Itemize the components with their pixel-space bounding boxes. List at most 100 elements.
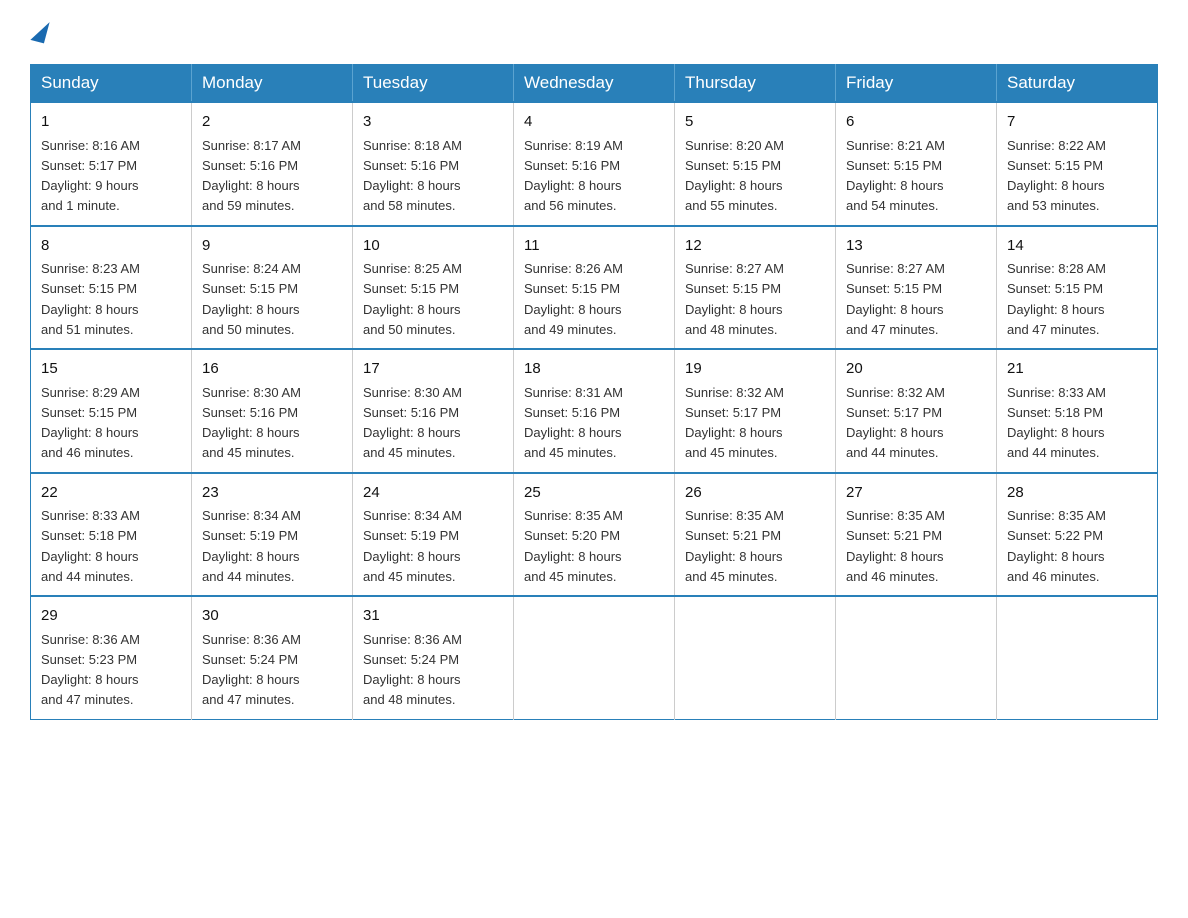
calendar-week-row: 29 Sunrise: 8:36 AMSunset: 5:23 PMDaylig… [31,596,1158,719]
calendar-day-cell: 8 Sunrise: 8:23 AMSunset: 5:15 PMDayligh… [31,226,192,350]
page-header [30,20,1158,44]
calendar-day-cell: 13 Sunrise: 8:27 AMSunset: 5:15 PMDaylig… [836,226,997,350]
day-number: 16 [202,358,342,381]
calendar-day-cell: 3 Sunrise: 8:18 AMSunset: 5:16 PMDayligh… [353,102,514,226]
day-info: Sunrise: 8:34 AMSunset: 5:19 PMDaylight:… [202,508,301,584]
calendar-day-cell: 18 Sunrise: 8:31 AMSunset: 5:16 PMDaylig… [514,349,675,473]
day-info: Sunrise: 8:20 AMSunset: 5:15 PMDaylight:… [685,138,784,214]
day-number: 13 [846,235,986,258]
day-info: Sunrise: 8:33 AMSunset: 5:18 PMDaylight:… [1007,385,1106,461]
day-info: Sunrise: 8:32 AMSunset: 5:17 PMDaylight:… [685,385,784,461]
day-info: Sunrise: 8:35 AMSunset: 5:21 PMDaylight:… [846,508,945,584]
day-info: Sunrise: 8:32 AMSunset: 5:17 PMDaylight:… [846,385,945,461]
calendar-day-cell [997,596,1158,719]
day-number: 9 [202,235,342,258]
calendar-day-cell: 7 Sunrise: 8:22 AMSunset: 5:15 PMDayligh… [997,102,1158,226]
calendar-day-cell: 10 Sunrise: 8:25 AMSunset: 5:15 PMDaylig… [353,226,514,350]
calendar-day-cell: 12 Sunrise: 8:27 AMSunset: 5:15 PMDaylig… [675,226,836,350]
day-number: 29 [41,605,181,628]
calendar-day-cell [675,596,836,719]
calendar-day-cell: 21 Sunrise: 8:33 AMSunset: 5:18 PMDaylig… [997,349,1158,473]
calendar-day-cell: 27 Sunrise: 8:35 AMSunset: 5:21 PMDaylig… [836,473,997,597]
calendar-day-cell: 1 Sunrise: 8:16 AMSunset: 5:17 PMDayligh… [31,102,192,226]
day-number: 8 [41,235,181,258]
calendar-day-cell: 11 Sunrise: 8:26 AMSunset: 5:15 PMDaylig… [514,226,675,350]
calendar-table: SundayMondayTuesdayWednesdayThursdayFrid… [30,64,1158,720]
day-number: 7 [1007,111,1147,134]
calendar-day-cell: 9 Sunrise: 8:24 AMSunset: 5:15 PMDayligh… [192,226,353,350]
day-number: 1 [41,111,181,134]
calendar-day-cell: 28 Sunrise: 8:35 AMSunset: 5:22 PMDaylig… [997,473,1158,597]
day-info: Sunrise: 8:35 AMSunset: 5:21 PMDaylight:… [685,508,784,584]
logo [30,20,47,44]
day-number: 11 [524,235,664,258]
day-info: Sunrise: 8:36 AMSunset: 5:23 PMDaylight:… [41,632,140,708]
calendar-day-cell: 17 Sunrise: 8:30 AMSunset: 5:16 PMDaylig… [353,349,514,473]
logo-blue-text [30,20,47,44]
day-number: 30 [202,605,342,628]
calendar-header-row: SundayMondayTuesdayWednesdayThursdayFrid… [31,65,1158,103]
day-number: 3 [363,111,503,134]
day-info: Sunrise: 8:16 AMSunset: 5:17 PMDaylight:… [41,138,140,214]
day-info: Sunrise: 8:18 AMSunset: 5:16 PMDaylight:… [363,138,462,214]
day-number: 15 [41,358,181,381]
calendar-day-header: Wednesday [514,65,675,103]
calendar-day-cell: 25 Sunrise: 8:35 AMSunset: 5:20 PMDaylig… [514,473,675,597]
calendar-day-cell [514,596,675,719]
day-number: 22 [41,482,181,505]
day-number: 26 [685,482,825,505]
day-info: Sunrise: 8:33 AMSunset: 5:18 PMDaylight:… [41,508,140,584]
calendar-day-cell: 19 Sunrise: 8:32 AMSunset: 5:17 PMDaylig… [675,349,836,473]
calendar-day-cell: 24 Sunrise: 8:34 AMSunset: 5:19 PMDaylig… [353,473,514,597]
day-info: Sunrise: 8:27 AMSunset: 5:15 PMDaylight:… [685,261,784,337]
calendar-day-cell: 6 Sunrise: 8:21 AMSunset: 5:15 PMDayligh… [836,102,997,226]
calendar-week-row: 8 Sunrise: 8:23 AMSunset: 5:15 PMDayligh… [31,226,1158,350]
calendar-day-cell: 26 Sunrise: 8:35 AMSunset: 5:21 PMDaylig… [675,473,836,597]
day-info: Sunrise: 8:27 AMSunset: 5:15 PMDaylight:… [846,261,945,337]
day-number: 20 [846,358,986,381]
day-info: Sunrise: 8:36 AMSunset: 5:24 PMDaylight:… [202,632,301,708]
day-number: 12 [685,235,825,258]
calendar-day-header: Tuesday [353,65,514,103]
calendar-week-row: 22 Sunrise: 8:33 AMSunset: 5:18 PMDaylig… [31,473,1158,597]
day-info: Sunrise: 8:35 AMSunset: 5:22 PMDaylight:… [1007,508,1106,584]
day-number: 18 [524,358,664,381]
day-info: Sunrise: 8:17 AMSunset: 5:16 PMDaylight:… [202,138,301,214]
calendar-day-cell: 31 Sunrise: 8:36 AMSunset: 5:24 PMDaylig… [353,596,514,719]
day-info: Sunrise: 8:29 AMSunset: 5:15 PMDaylight:… [41,385,140,461]
day-info: Sunrise: 8:30 AMSunset: 5:16 PMDaylight:… [202,385,301,461]
calendar-day-cell: 4 Sunrise: 8:19 AMSunset: 5:16 PMDayligh… [514,102,675,226]
day-info: Sunrise: 8:24 AMSunset: 5:15 PMDaylight:… [202,261,301,337]
calendar-day-cell: 23 Sunrise: 8:34 AMSunset: 5:19 PMDaylig… [192,473,353,597]
day-info: Sunrise: 8:23 AMSunset: 5:15 PMDaylight:… [41,261,140,337]
logo-triangle-icon [30,19,49,44]
day-info: Sunrise: 8:36 AMSunset: 5:24 PMDaylight:… [363,632,462,708]
day-number: 24 [363,482,503,505]
day-number: 19 [685,358,825,381]
day-info: Sunrise: 8:21 AMSunset: 5:15 PMDaylight:… [846,138,945,214]
calendar-day-cell: 15 Sunrise: 8:29 AMSunset: 5:15 PMDaylig… [31,349,192,473]
calendar-day-cell: 5 Sunrise: 8:20 AMSunset: 5:15 PMDayligh… [675,102,836,226]
day-number: 23 [202,482,342,505]
day-info: Sunrise: 8:30 AMSunset: 5:16 PMDaylight:… [363,385,462,461]
day-number: 25 [524,482,664,505]
day-number: 10 [363,235,503,258]
calendar-day-cell: 16 Sunrise: 8:30 AMSunset: 5:16 PMDaylig… [192,349,353,473]
day-number: 17 [363,358,503,381]
day-info: Sunrise: 8:22 AMSunset: 5:15 PMDaylight:… [1007,138,1106,214]
calendar-day-cell: 22 Sunrise: 8:33 AMSunset: 5:18 PMDaylig… [31,473,192,597]
day-info: Sunrise: 8:31 AMSunset: 5:16 PMDaylight:… [524,385,623,461]
day-number: 28 [1007,482,1147,505]
day-info: Sunrise: 8:34 AMSunset: 5:19 PMDaylight:… [363,508,462,584]
calendar-day-header: Friday [836,65,997,103]
day-number: 31 [363,605,503,628]
day-info: Sunrise: 8:28 AMSunset: 5:15 PMDaylight:… [1007,261,1106,337]
day-number: 27 [846,482,986,505]
calendar-day-cell: 14 Sunrise: 8:28 AMSunset: 5:15 PMDaylig… [997,226,1158,350]
day-number: 6 [846,111,986,134]
day-number: 5 [685,111,825,134]
calendar-day-header: Monday [192,65,353,103]
calendar-day-header: Thursday [675,65,836,103]
calendar-day-cell: 29 Sunrise: 8:36 AMSunset: 5:23 PMDaylig… [31,596,192,719]
calendar-day-cell: 2 Sunrise: 8:17 AMSunset: 5:16 PMDayligh… [192,102,353,226]
